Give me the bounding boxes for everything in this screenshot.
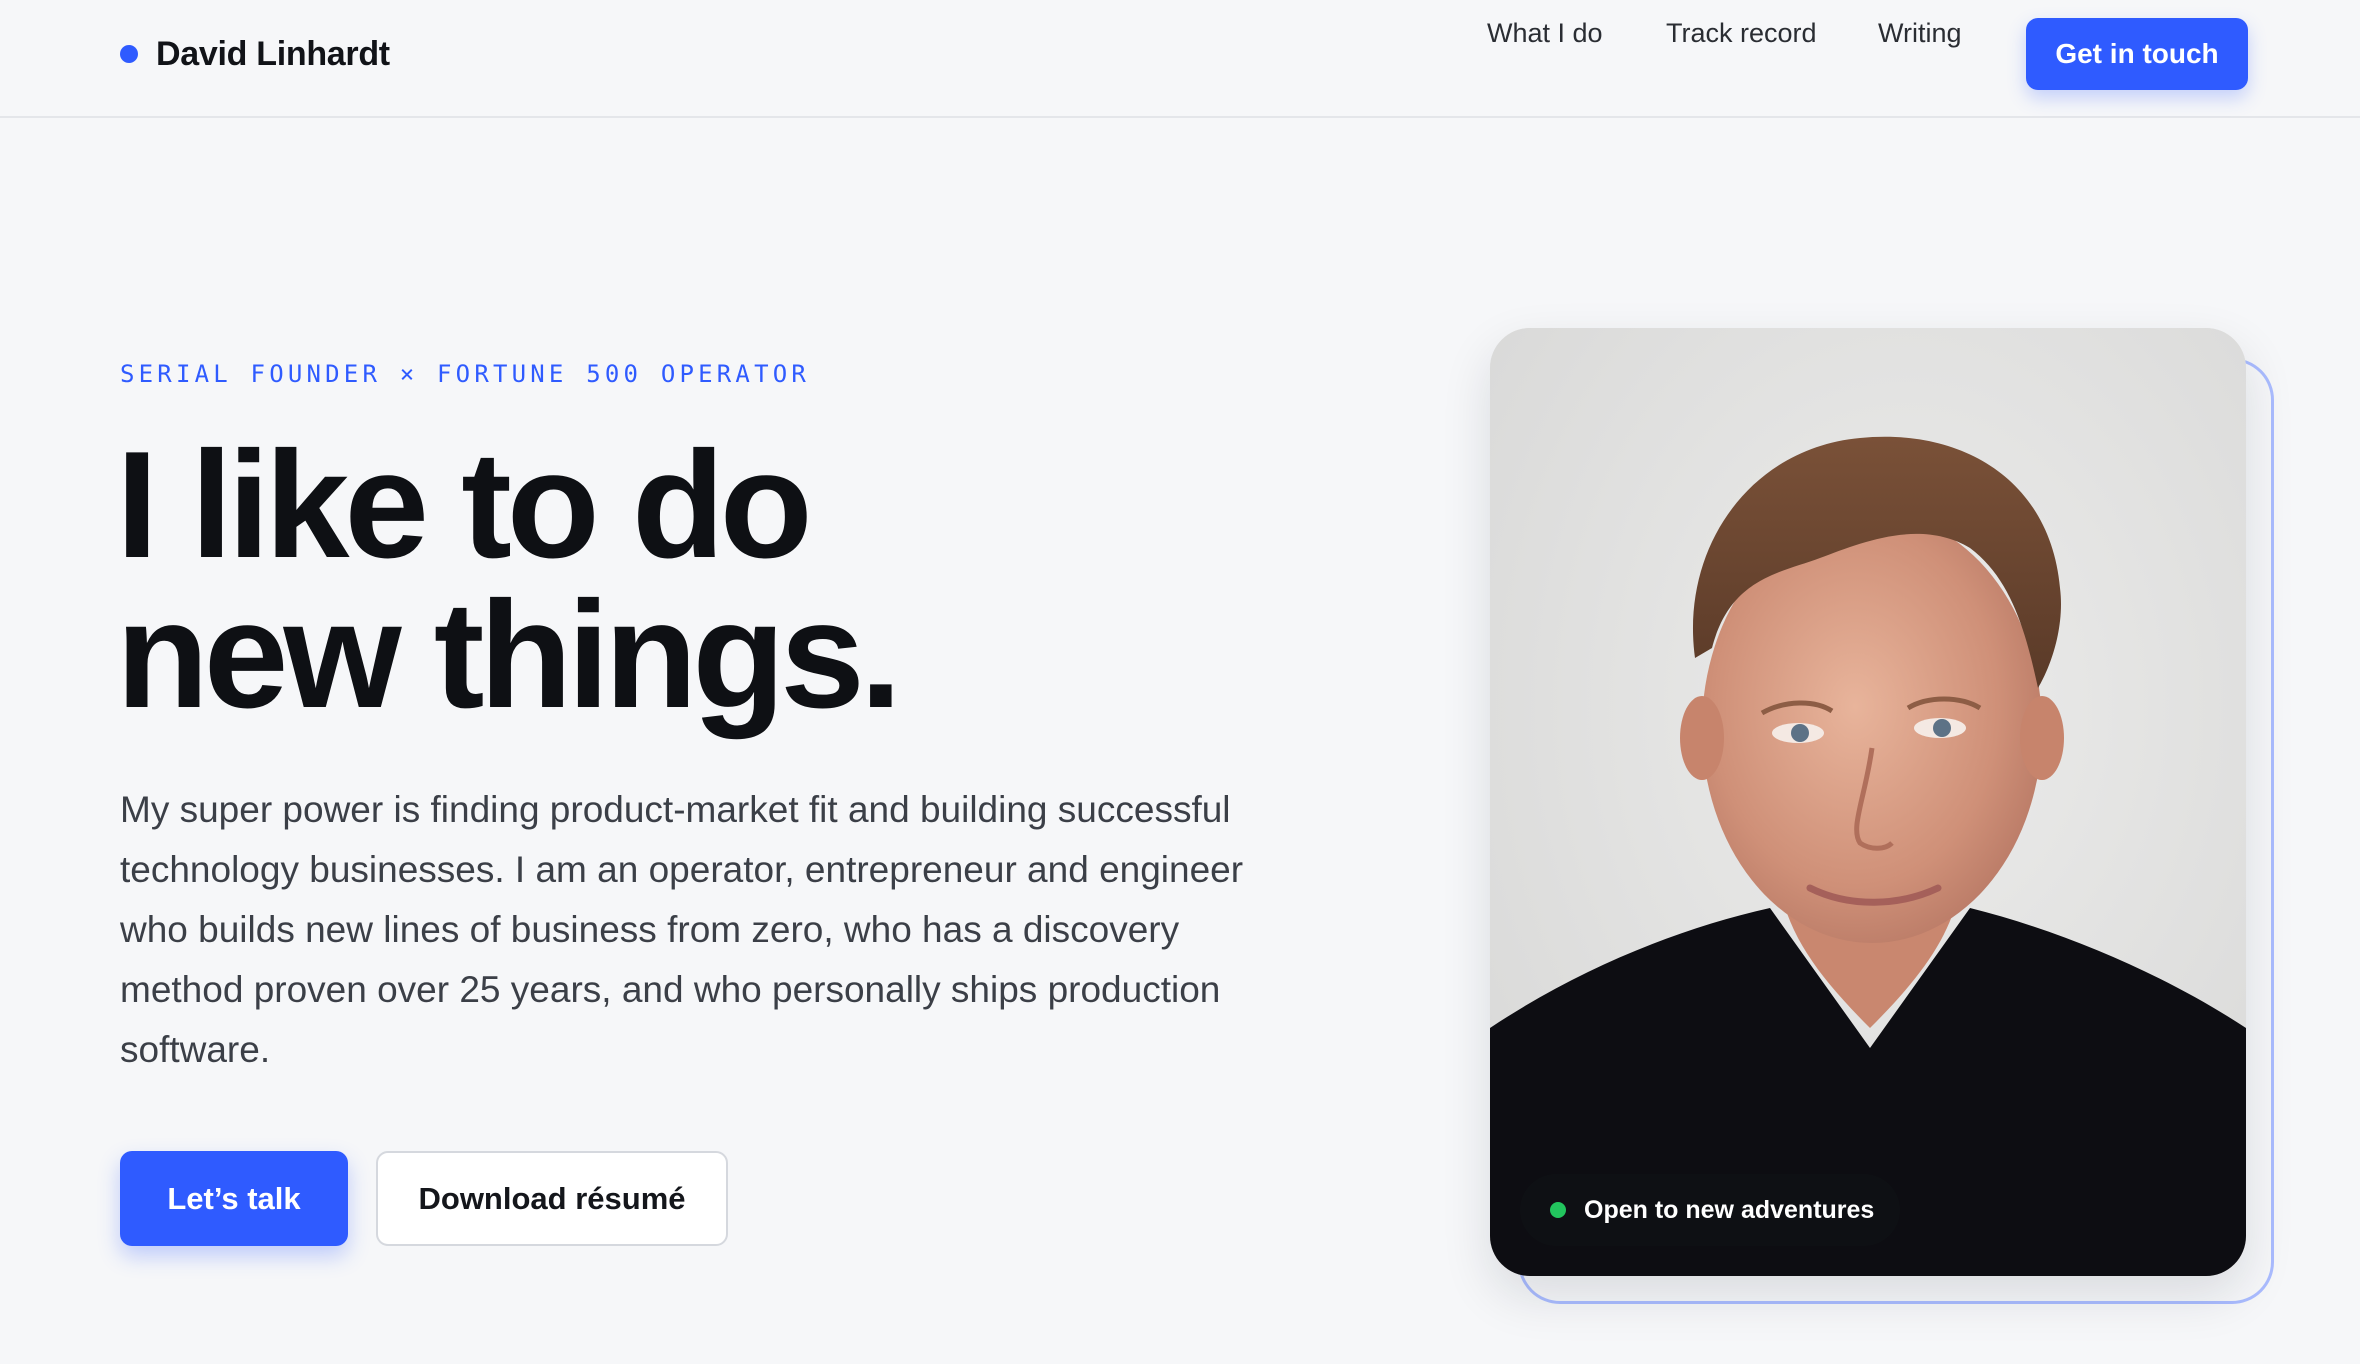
lets-talk-button[interactable]: Let’s talk xyxy=(120,1151,348,1246)
hero-headline: I like to do new things. xyxy=(116,420,1316,740)
brand[interactable]: David Linhardt xyxy=(120,30,390,78)
portrait-photo: Open to new adventures xyxy=(1490,328,2246,1276)
site-header: David Linhardt What I do Track record Wr… xyxy=(0,0,2360,118)
brand-dot-icon xyxy=(120,45,138,63)
headline-line-1: I like to do xyxy=(116,420,813,590)
nav-link-what-i-do[interactable]: What I do xyxy=(1487,18,1603,49)
brand-name[interactable]: David Linhardt xyxy=(156,35,390,74)
nav-link-writing[interactable]: Writing xyxy=(1878,18,1962,49)
download-resume-button[interactable]: Download résumé xyxy=(376,1151,728,1246)
portrait-illustration xyxy=(1490,328,2246,1276)
availability-text: Open to new adventures xyxy=(1584,1195,1875,1224)
nav-link-track-record[interactable]: Track record xyxy=(1666,18,1817,49)
hero-description: My super power is finding product-market… xyxy=(120,789,1244,1070)
headline-line-2: new things. xyxy=(116,570,902,740)
get-in-touch-button[interactable]: Get in touch xyxy=(2026,18,2248,90)
availability-badge: Open to new adventures xyxy=(1520,1174,1900,1246)
status-dot-icon xyxy=(1550,1202,1566,1218)
hero-eyebrow: SERIAL FOUNDER × FORTUNE 500 OPERATOR xyxy=(120,360,811,388)
